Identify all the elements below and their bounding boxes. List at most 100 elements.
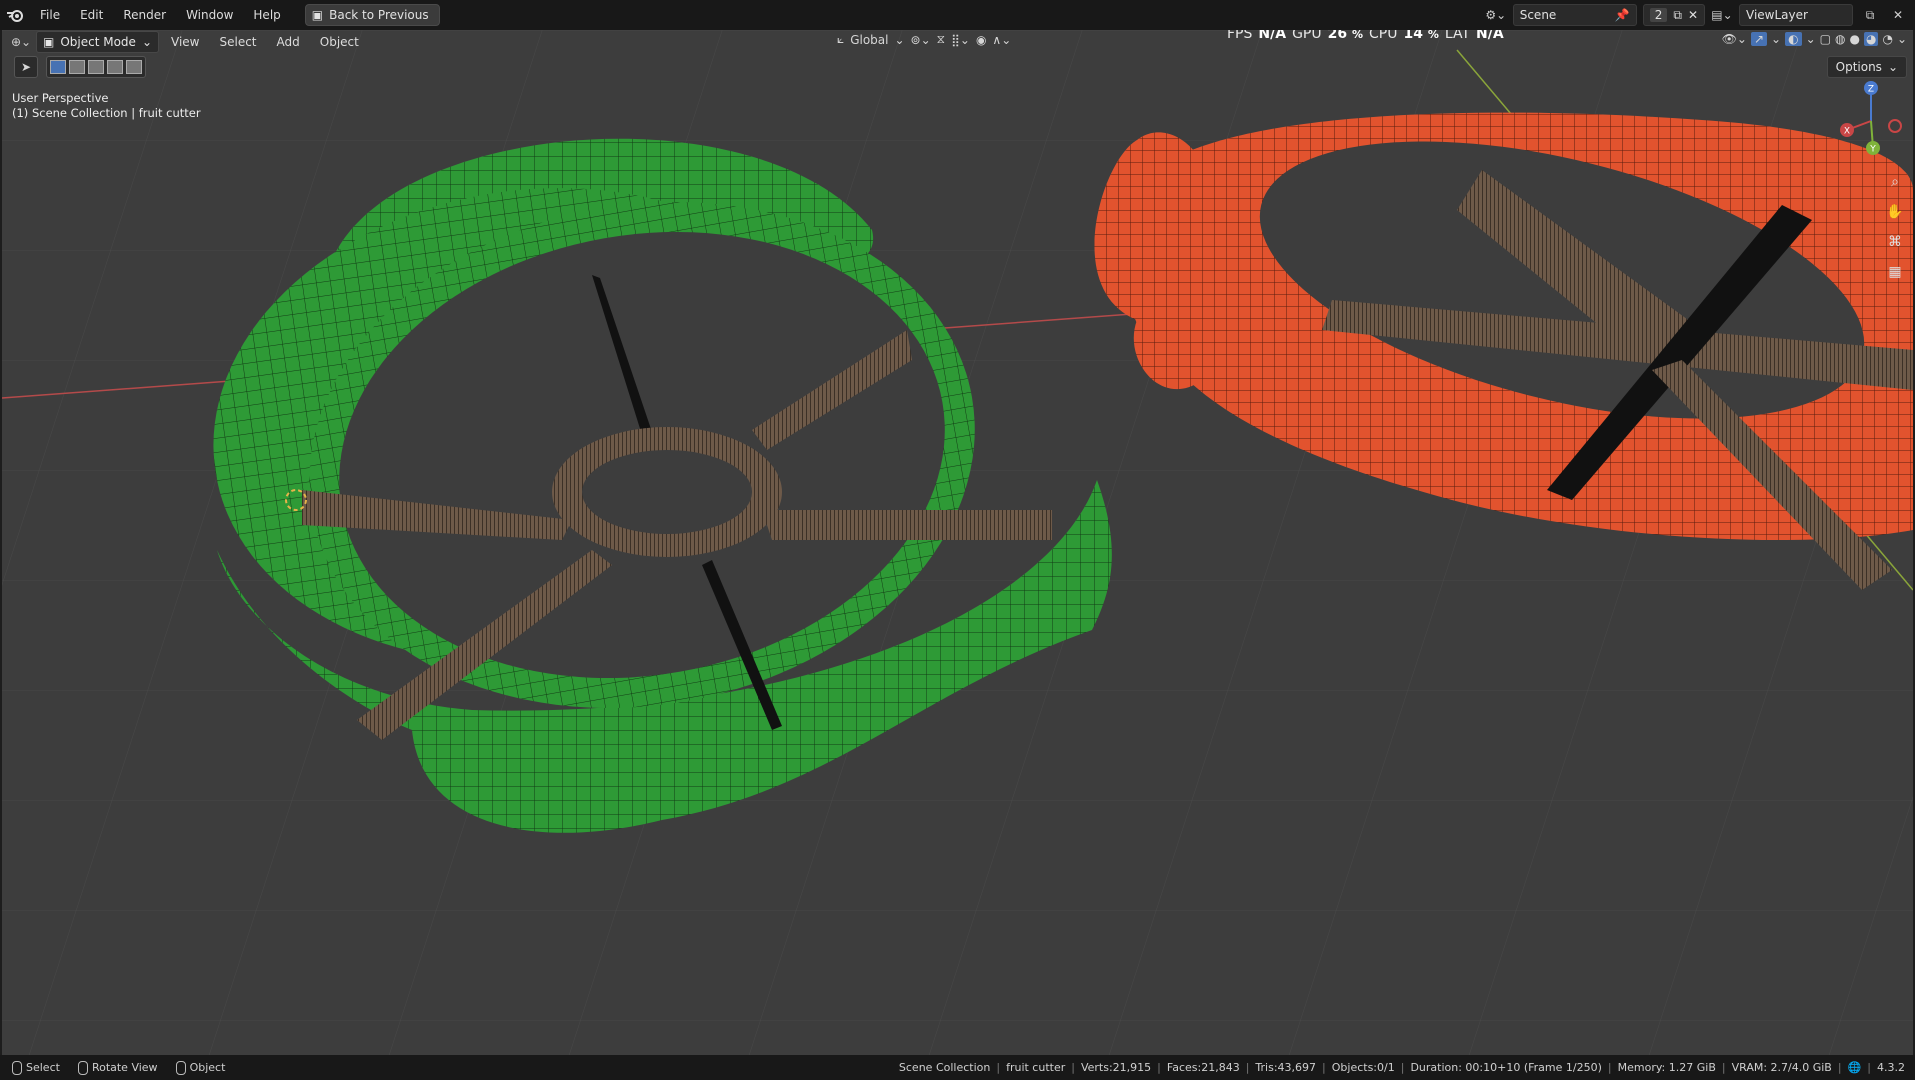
chevron-down-icon[interactable]: ⌄ xyxy=(1897,32,1907,46)
scene-selector-icon[interactable]: ⚙⌄ xyxy=(1485,5,1507,25)
camera-icon[interactable]: ⌘ xyxy=(1888,234,1902,250)
neg-x-axis-handle[interactable] xyxy=(1888,119,1902,133)
mouse-left-icon xyxy=(12,1060,22,1075)
mode-dropdown[interactable]: ▣ Object Mode ⌄ xyxy=(36,31,159,53)
pin-icon[interactable]: 📌 xyxy=(1615,8,1630,22)
fullscreen-icon: ▣ xyxy=(311,8,324,22)
transform-controls: ⟀ Global ⌄ ⊚⌄ ⧖ ⣿⌄ ◉ ∧⌄ xyxy=(837,32,1011,47)
scene-name: Scene xyxy=(1519,8,1557,22)
snap-target-icon[interactable]: ⣿⌄ xyxy=(951,33,970,47)
select-new-icon[interactable] xyxy=(50,60,66,74)
stat-version: 4.3.2 xyxy=(1877,1061,1905,1074)
menu-edit[interactable]: Edit xyxy=(70,0,113,30)
main-menu: File Edit Render Window Help xyxy=(30,0,291,30)
menu-file[interactable]: File xyxy=(30,0,70,30)
visibility-icon[interactable]: 👁⌄ xyxy=(1722,32,1747,46)
select-tool-icon[interactable]: ➤ xyxy=(14,56,38,78)
scene-users-field[interactable]: 2 ⧉ ✕ xyxy=(1642,4,1705,26)
new-view-layer-icon[interactable]: ⧉ xyxy=(1859,5,1881,25)
menu-help[interactable]: Help xyxy=(243,0,290,30)
mode-label: Object Mode xyxy=(60,35,136,49)
scene-users-count: 2 xyxy=(1649,8,1668,22)
pan-hand-icon[interactable]: ✋ xyxy=(1886,203,1903,220)
pivot-icon[interactable]: ⊚⌄ xyxy=(911,33,931,47)
performance-stats: FPS N/A GPU 26 % CPU 14 % LAT N/A xyxy=(1227,30,1504,42)
stat-duration: Duration: 00:10+10 (Frame 1/250) xyxy=(1410,1061,1602,1074)
viewport-scene[interactable] xyxy=(2,30,1913,1055)
chevron-down-icon[interactable]: ⌄ xyxy=(1806,32,1816,46)
overlays-icon[interactable]: ◐ xyxy=(1785,32,1802,46)
new-scene-icon[interactable]: ⧉ xyxy=(1673,8,1682,23)
top-bar: File Edit Render Window Help ▣ Back to P… xyxy=(0,0,1915,30)
perspective-label: User Perspective xyxy=(12,91,109,105)
select-extend-icon[interactable] xyxy=(69,60,85,74)
shading-controls: 👁⌄ ↗ ⌄ ◐ ⌄ ▢ ◍ ● ◕ ◔ ⌄ xyxy=(1722,32,1907,46)
object-hint: Object xyxy=(175,1060,226,1075)
gpu-value: 26 xyxy=(1327,30,1348,42)
y-axis-handle[interactable]: Y xyxy=(1866,141,1880,155)
stat-objects: Objects:0/1 xyxy=(1331,1061,1395,1074)
svg-text:Z: Z xyxy=(1868,85,1874,95)
proportional-edit-icon[interactable]: ◉ xyxy=(976,33,986,47)
select-invert-icon[interactable] xyxy=(107,60,123,74)
gizmo-icon[interactable]: ↗ xyxy=(1750,32,1768,46)
x-axis-handle[interactable]: X xyxy=(1840,123,1854,137)
status-bar: Select Rotate View Object Scene Collecti… xyxy=(0,1055,1915,1080)
falloff-icon[interactable]: ∧⌄ xyxy=(992,33,1011,47)
rotate-hint-label: Rotate View xyxy=(91,1061,158,1074)
menu-view[interactable]: View xyxy=(163,35,207,49)
snap-icon[interactable]: ⧖ xyxy=(937,32,945,47)
back-to-previous-button[interactable]: ▣ Back to Previous xyxy=(304,4,440,26)
viewport-header: ⊕⌄ ▣ Object Mode ⌄ View Select Add Objec… xyxy=(2,30,1913,54)
chevron-down-icon[interactable]: ⌄ xyxy=(1771,32,1781,46)
menu-render[interactable]: Render xyxy=(113,0,176,30)
options-label: Options xyxy=(1835,60,1882,74)
select-hint-label: Select xyxy=(26,1061,60,1074)
menu-add[interactable]: Add xyxy=(269,35,308,49)
zoom-icon[interactable]: ⌕ xyxy=(1891,174,1899,190)
navigation-gizmo[interactable]: Z X Y ⌕ ✋ ⌘ ▦ xyxy=(1823,76,1913,316)
material-shading-icon[interactable]: ◕ xyxy=(1863,32,1879,46)
object-mode-icon: ▣ xyxy=(43,35,55,49)
solid-shading-icon[interactable]: ● xyxy=(1849,32,1859,46)
rendered-shading-icon[interactable]: ◔ xyxy=(1882,32,1892,46)
menu-select[interactable]: Select xyxy=(211,35,264,49)
scene-statistics: Scene Collection | fruit cutter | Verts:21… xyxy=(898,1061,1905,1074)
menu-object[interactable]: Object xyxy=(312,35,367,49)
ortho-grid-icon[interactable]: ▦ xyxy=(1888,264,1901,280)
fps-value: N/A xyxy=(1258,30,1287,42)
select-hint: Select xyxy=(12,1060,60,1075)
3d-viewport[interactable]: ⊕⌄ ▣ Object Mode ⌄ View Select Add Objec… xyxy=(2,30,1913,1055)
editor-type-icon[interactable]: ⊕⌄ xyxy=(10,32,32,52)
orientation-dropdown[interactable]: Global xyxy=(850,33,888,47)
scene-controls: ⚙⌄ Scene 📌 2 ⧉ ✕ ▤⌄ ViewLayer ⧉ ✕ xyxy=(1485,0,1915,30)
delete-view-layer-icon[interactable]: ✕ xyxy=(1887,5,1909,25)
chevron-down-icon[interactable]: ⌄ xyxy=(894,33,904,47)
select-subtract-icon[interactable] xyxy=(88,60,104,74)
collection-label: (1) Scene Collection | fruit cutter xyxy=(12,106,201,120)
blender-logo-icon[interactable] xyxy=(0,0,30,30)
chevron-down-icon: ⌄ xyxy=(1887,60,1898,74)
select-intersect-icon[interactable] xyxy=(126,60,142,74)
scene-field[interactable]: Scene 📌 xyxy=(1512,4,1637,26)
stat-vram: VRAM: 2.7/4.0 GiB xyxy=(1731,1061,1832,1074)
stat-tris: Tris:43,697 xyxy=(1255,1061,1317,1074)
stat-object: fruit cutter xyxy=(1006,1061,1066,1074)
object-hint-label: Object xyxy=(189,1061,226,1074)
wireframe-shading-icon[interactable]: ◍ xyxy=(1835,32,1845,46)
selection-mode-group xyxy=(46,56,146,78)
mouse-middle-icon xyxy=(77,1060,88,1075)
mouse-right-icon xyxy=(175,1060,186,1075)
view-layer-field[interactable]: ViewLayer xyxy=(1739,4,1853,26)
cpu-value: 14 xyxy=(1403,30,1423,42)
z-axis-handle[interactable]: Z xyxy=(1864,81,1878,95)
stat-faces: Faces:21,843 xyxy=(1166,1061,1240,1074)
options-dropdown[interactable]: Options ⌄ xyxy=(1826,56,1907,78)
orientation-icon: ⟀ xyxy=(837,32,845,46)
svg-text:Y: Y xyxy=(1869,145,1876,155)
menu-window[interactable]: Window xyxy=(176,0,243,30)
fps-label: FPS xyxy=(1227,30,1253,42)
xray-icon[interactable]: ▢ xyxy=(1820,32,1831,46)
delete-scene-icon[interactable]: ✕ xyxy=(1688,8,1698,22)
view-layer-icon[interactable]: ▤⌄ xyxy=(1711,5,1733,25)
